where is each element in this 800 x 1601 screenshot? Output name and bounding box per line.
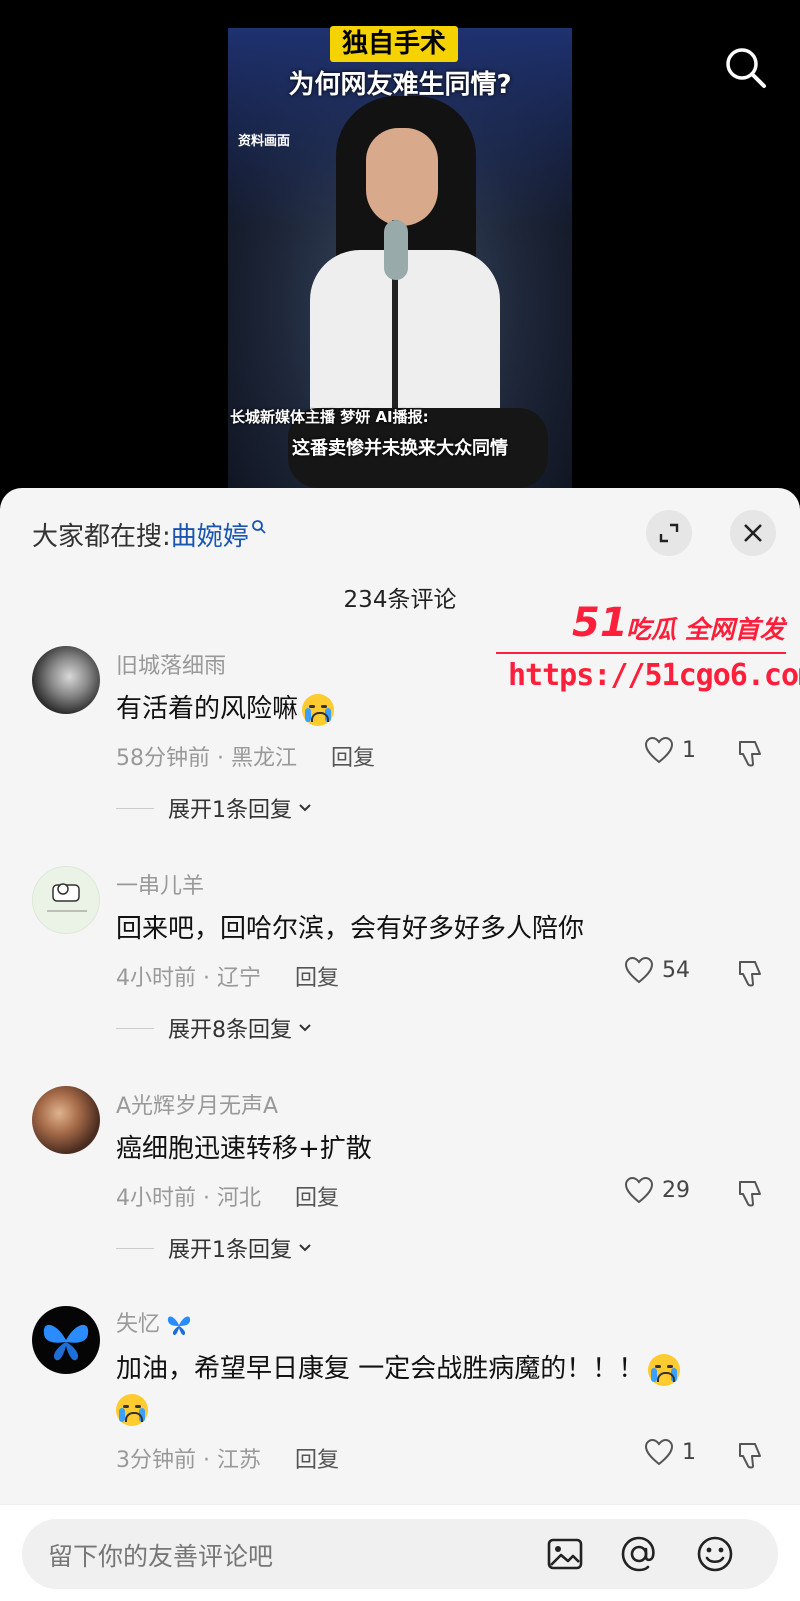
heart-icon [624, 1176, 654, 1204]
expand-replies-button[interactable]: 展开1条回复 [116, 792, 314, 824]
comment-text: 回来吧，回哈尔滨，会有好多好多人陪你 [116, 914, 585, 944]
crying-emoji-icon [302, 693, 335, 726]
comment-text-content: 有活着的风险嘛 [116, 694, 299, 724]
watermark: 51 吃瓜 全网首发 https://51cgo6.com [496, 600, 800, 700]
video-caption-line-2: 这番卖惨并未换来大众同情 [292, 438, 508, 459]
comment-time-location: 58分钟前 · 黑龙江 [116, 746, 297, 771]
comment-username[interactable]: 失忆 [116, 1306, 194, 1338]
thumbs-down-icon[interactable] [736, 1440, 766, 1470]
video-title: 为何网友难生同情? [288, 70, 512, 100]
like-count: 1 [682, 1439, 696, 1465]
performer-face [366, 128, 438, 226]
comment-text: 加油，希望早日康复 一定会战胜病魔的！！！ [116, 1348, 681, 1386]
comment-username[interactable]: 一串儿羊 [116, 868, 204, 900]
watermark-number: 51 [572, 600, 628, 646]
butterfly-icon [167, 1316, 191, 1336]
comment-text: 癌细胞迅速转移+扩散 [116, 1134, 372, 1164]
avatar[interactable] [32, 646, 100, 714]
divider [116, 1027, 154, 1029]
like-button[interactable]: 29 [624, 1176, 690, 1204]
like-count: 29 [662, 1177, 690, 1203]
comment-input[interactable]: 留下你的友善评论吧 [22, 1519, 778, 1589]
close-icon [744, 524, 762, 542]
comment-username-text: 失忆 [116, 1312, 161, 1337]
small-search-icon [251, 520, 266, 534]
heart-icon [624, 956, 654, 984]
reply-button[interactable]: 回复 [295, 1442, 339, 1474]
fullscreen-button[interactable] [646, 510, 692, 556]
comment-username[interactable]: A光辉岁月无声A [116, 1088, 278, 1120]
video-title-badge: 独自手术 [330, 26, 459, 62]
comment-meta: 4小时前 · 辽宁 回复 [116, 960, 339, 992]
comment-input-placeholder: 留下你的友善评论吧 [48, 1542, 274, 1571]
emoji-icon[interactable] [694, 1533, 736, 1575]
video-player[interactable]: 独自手术 为何网友难生同情? 资料画面 长城新媒体主播 梦妍 AI播报: 这番卖… [0, 0, 800, 500]
microphone [384, 220, 408, 280]
comment-text-content: 加油，希望早日康复 一定会战胜病魔的！！！ [116, 1354, 645, 1384]
expand-replies-button[interactable]: 展开8条回复 [116, 1012, 314, 1044]
watermark-tagline: 吃瓜 全网首发 [626, 615, 785, 644]
comment-text: 有活着的风险嘛 [116, 688, 335, 726]
comment-time-location: 4小时前 · 辽宁 [116, 966, 261, 991]
chevron-down-icon [299, 1024, 311, 1032]
like-button[interactable]: 1 [644, 736, 696, 764]
thumbs-down-icon[interactable] [736, 958, 766, 988]
close-button[interactable] [730, 510, 776, 556]
like-button[interactable]: 1 [644, 1438, 696, 1466]
divider [116, 1247, 154, 1249]
crying-emoji-icon [648, 1353, 681, 1386]
search-button[interactable] [722, 44, 770, 92]
comment-time-location: 4小时前 · 河北 [116, 1186, 261, 1211]
trending-search-bar: 大家都在搜: 曲婉婷 [32, 514, 267, 554]
chevron-down-icon [299, 804, 311, 812]
comment-meta: 3分钟前 · 江苏 回复 [116, 1442, 339, 1474]
expand-icon [659, 523, 679, 543]
thumbs-down-icon[interactable] [736, 1178, 766, 1208]
comment-input-bar: 留下你的友善评论吧 [0, 1504, 800, 1601]
heart-icon [644, 736, 674, 764]
expand-replies-label: 展开8条回复 [168, 1018, 292, 1043]
like-count: 1 [682, 737, 696, 763]
comment-meta: 4小时前 · 河北 回复 [116, 1180, 339, 1212]
expand-replies-label: 展开1条回复 [168, 798, 292, 823]
expand-replies-label: 展开1条回复 [168, 1238, 292, 1263]
avatar[interactable] [32, 866, 100, 934]
trending-search-term[interactable]: 曲婉婷 [171, 516, 249, 553]
comment-time-location: 3分钟前 · 江苏 [116, 1448, 261, 1473]
reply-button[interactable]: 回复 [331, 740, 375, 772]
expand-replies-button[interactable]: 展开1条回复 [116, 1232, 314, 1264]
avatar[interactable] [32, 1306, 100, 1374]
watermark-url: https://51cgo6.com [508, 658, 800, 693]
search-icon [726, 48, 766, 88]
at-icon[interactable] [618, 1533, 660, 1575]
comment-username[interactable]: 旧城落细雨 [116, 648, 226, 680]
like-button[interactable]: 54 [624, 956, 690, 984]
trending-label: 大家都在搜: [32, 521, 171, 552]
like-count: 54 [662, 957, 690, 983]
chevron-down-icon [299, 1244, 311, 1252]
watermark-divider [496, 652, 786, 654]
comment-text-continued [116, 1394, 148, 1426]
avatar[interactable] [32, 1086, 100, 1154]
crying-emoji-icon [116, 1394, 148, 1426]
heart-icon [644, 1438, 674, 1466]
reply-button[interactable]: 回复 [295, 960, 339, 992]
reference-tag: 资料画面 [238, 134, 291, 149]
cartoon-avatar-image [47, 883, 87, 912]
comment-meta: 58分钟前 · 黑龙江 回复 [116, 740, 375, 772]
butterfly-avatar-image [43, 1324, 89, 1361]
video-caption-line-1: 长城新媒体主播 梦妍 AI播报: [230, 408, 429, 426]
reply-button[interactable]: 回复 [295, 1180, 339, 1212]
image-icon[interactable] [544, 1533, 586, 1575]
divider [116, 807, 154, 809]
thumbs-down-icon[interactable] [736, 738, 766, 768]
